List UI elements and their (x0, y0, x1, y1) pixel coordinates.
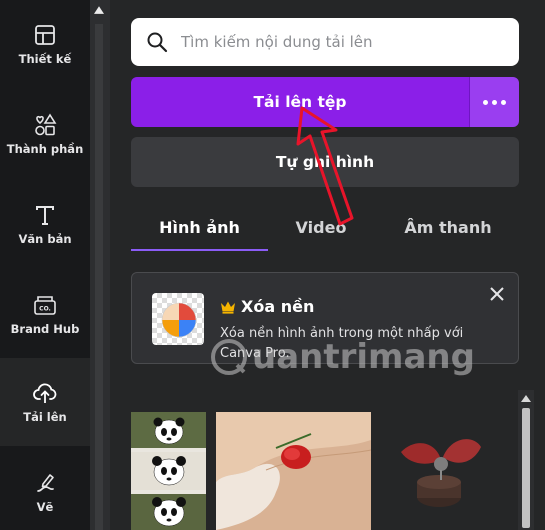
scrollbar-track[interactable] (95, 24, 103, 530)
tab-images[interactable]: Hình ảnh (131, 203, 268, 251)
tab-audio[interactable]: Âm thanh (393, 203, 503, 251)
uploaded-image-mechanical-bug[interactable] (381, 412, 511, 530)
more-dots-icon (481, 99, 508, 105)
close-icon[interactable] (488, 285, 506, 303)
watermark-logo-icon (211, 339, 247, 375)
layout-icon (35, 25, 55, 45)
sidebar-item-design[interactable]: Thiết kế (0, 0, 90, 88)
watermark: uantrimang (210, 337, 475, 377)
sidebar-item-draw[interactable]: Vẽ (0, 448, 90, 530)
sidebar-item-uploads[interactable]: Tải lên (0, 358, 90, 446)
draw-icon (37, 474, 54, 492)
sidebar: Thiết kế Thành phần Văn bản CO. Brand Hu… (0, 0, 90, 530)
search-icon (147, 32, 168, 53)
sidebar-item-elements[interactable]: Thành phần (0, 90, 90, 178)
scroll-up-icon[interactable] (521, 395, 531, 402)
scroll-up-icon[interactable] (94, 6, 104, 14)
sidebar-scrollbar[interactable] (90, 0, 110, 530)
sidebar-item-label: Văn bản (18, 232, 72, 246)
cloud-upload-icon (33, 383, 57, 403)
sidebar-item-label: Brand Hub (10, 322, 80, 336)
sidebar-item-label: Vẽ (36, 500, 54, 514)
sidebar-item-text[interactable]: Văn bản (0, 180, 90, 268)
sidebar-item-brand-hub[interactable]: CO. Brand Hub (0, 270, 90, 358)
promo-title: Xóa nền (220, 297, 314, 316)
promo-thumbnail (152, 293, 204, 345)
uploaded-image-rose-beach[interactable] (216, 412, 371, 530)
uploads-panel: Tải lên tệp Tự ghi hình Hình ảnh Video Â… (110, 0, 545, 530)
panel-scrollbar[interactable] (518, 390, 534, 530)
scrollbar-thumb[interactable] (522, 408, 530, 528)
crown-icon (221, 301, 235, 314)
search-box[interactable] (131, 18, 519, 66)
annotation-arrow-icon (296, 106, 354, 226)
sidebar-item-label: Thiết kế (18, 52, 72, 66)
search-input[interactable] (181, 33, 501, 51)
watermark-text: uantrimang (252, 337, 475, 377)
shapes-icon (35, 113, 57, 136)
promo-title-text: Xóa nền (241, 297, 315, 316)
uploaded-image-pandas[interactable] (131, 412, 206, 530)
text-icon (36, 206, 54, 225)
sidebar-item-label: Thành phần (6, 142, 84, 156)
sidebar-item-label: Tải lên (23, 410, 67, 424)
upload-more-button[interactable] (469, 77, 519, 127)
brand-hub-icon: CO. (34, 296, 56, 315)
svg-text:CO.: CO. (39, 306, 51, 313)
